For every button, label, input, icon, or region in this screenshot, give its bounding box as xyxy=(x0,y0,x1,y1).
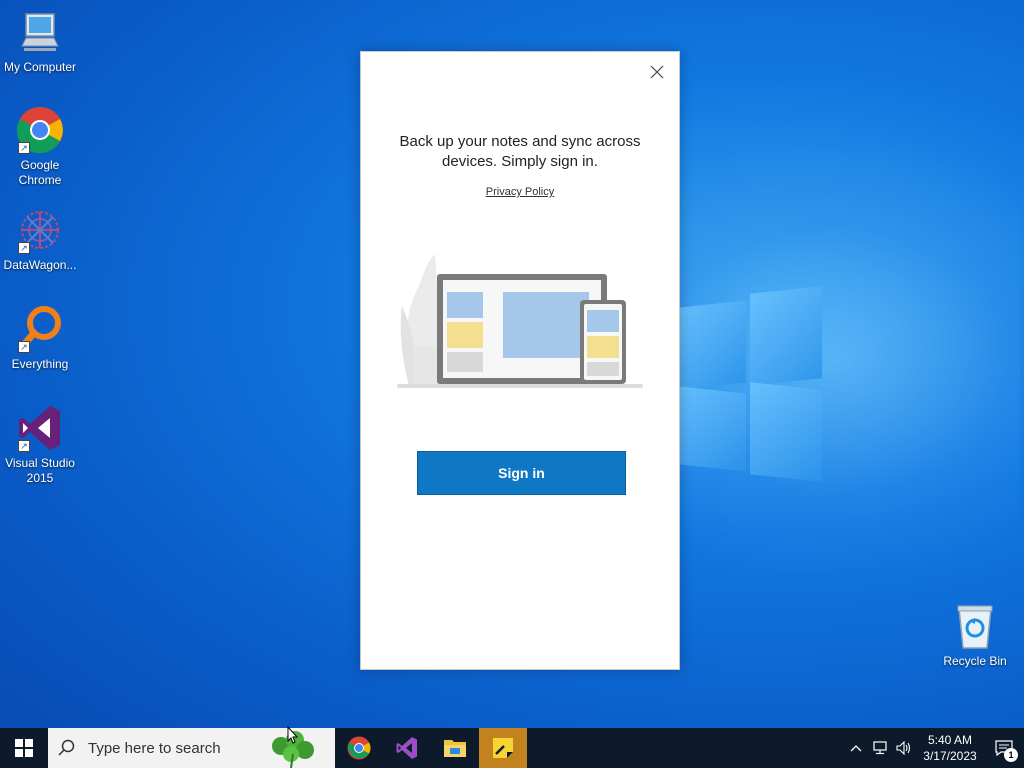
visual-studio-icon: ↗ xyxy=(16,404,64,452)
taskbar-chrome[interactable] xyxy=(335,728,383,768)
shortcut-arrow-icon: ↗ xyxy=(18,142,30,154)
dialog-message: Back up your notes and sync across devic… xyxy=(399,133,641,170)
network-button[interactable] xyxy=(868,728,892,768)
desktop-icon-label: My Computer xyxy=(3,60,77,74)
search-placeholder: Type here to search xyxy=(88,739,221,757)
desktop-icon-recycle-bin[interactable]: Recycle Bin xyxy=(935,602,1015,669)
desktop-icon-label: Everything xyxy=(11,357,69,371)
desktop-icon-google-chrome[interactable]: ↗ Google Chrome xyxy=(0,106,80,188)
search-icon xyxy=(58,739,75,756)
sticky-notes-icon xyxy=(493,738,513,758)
close-button[interactable] xyxy=(645,60,669,84)
taskbar-sticky-notes[interactable] xyxy=(479,728,527,768)
privacy-policy-link[interactable]: Privacy Policy xyxy=(361,186,679,198)
desktop-icon-my-computer[interactable]: My Computer xyxy=(0,8,80,75)
desktop-icon-label: Google Chrome xyxy=(18,158,62,187)
visual-studio-icon xyxy=(396,737,417,759)
desktop-icon-datawagon[interactable]: ↗ DataWagon... xyxy=(0,206,80,273)
system-tray: 5:40 AM 3/17/2023 1 xyxy=(844,728,1024,768)
desktop-icon-label: Visual Studio 2015 xyxy=(5,456,75,485)
volume-button[interactable] xyxy=(892,728,916,768)
windows-start-icon xyxy=(15,739,33,757)
taskbar: Type here to search 5:40 AM 3/17/2023 1 xyxy=(0,728,1024,768)
everything-search-icon: ↗ xyxy=(16,305,64,353)
chevron-up-icon xyxy=(850,745,862,752)
volume-icon xyxy=(896,741,911,755)
recycle-bin-icon xyxy=(951,602,999,650)
desktop-icon-label: DataWagon... xyxy=(3,258,77,272)
sign-in-dialog: Back up your notes and sync across devic… xyxy=(360,51,680,670)
network-icon xyxy=(873,741,887,755)
file-explorer-icon xyxy=(444,740,466,757)
clock-date: 3/17/2023 xyxy=(923,749,977,763)
chrome-icon xyxy=(347,736,371,760)
taskbar-file-explorer[interactable] xyxy=(431,728,479,768)
clock-time: 5:40 AM xyxy=(927,733,973,747)
datawagon-icon: ↗ xyxy=(16,206,64,254)
show-hidden-icons-button[interactable] xyxy=(844,728,868,768)
close-icon xyxy=(650,65,664,79)
shortcut-arrow-icon: ↗ xyxy=(18,341,30,353)
desktop-icon-visual-studio[interactable]: ↗ Visual Studio 2015 xyxy=(0,404,80,486)
mouse-cursor-icon xyxy=(287,726,299,744)
computer-icon xyxy=(16,8,64,56)
shortcut-arrow-icon: ↗ xyxy=(18,242,30,254)
notification-count-badge: 1 xyxy=(1004,748,1018,762)
action-center-button[interactable]: 1 xyxy=(984,728,1024,768)
sign-in-button[interactable]: Sign in xyxy=(417,451,626,495)
start-button[interactable] xyxy=(0,728,48,768)
desktop-icon-everything[interactable]: ↗ Everything xyxy=(0,305,80,372)
taskbar-visual-studio[interactable] xyxy=(383,728,431,768)
shortcut-arrow-icon: ↗ xyxy=(18,440,30,452)
windows-logo-wallpaper xyxy=(680,286,822,482)
taskbar-clock[interactable]: 5:40 AM 3/17/2023 xyxy=(916,732,984,764)
sync-devices-illustration xyxy=(397,246,647,396)
desktop-icon-label: Recycle Bin xyxy=(943,654,1007,668)
chrome-icon: ↗ xyxy=(16,106,64,154)
